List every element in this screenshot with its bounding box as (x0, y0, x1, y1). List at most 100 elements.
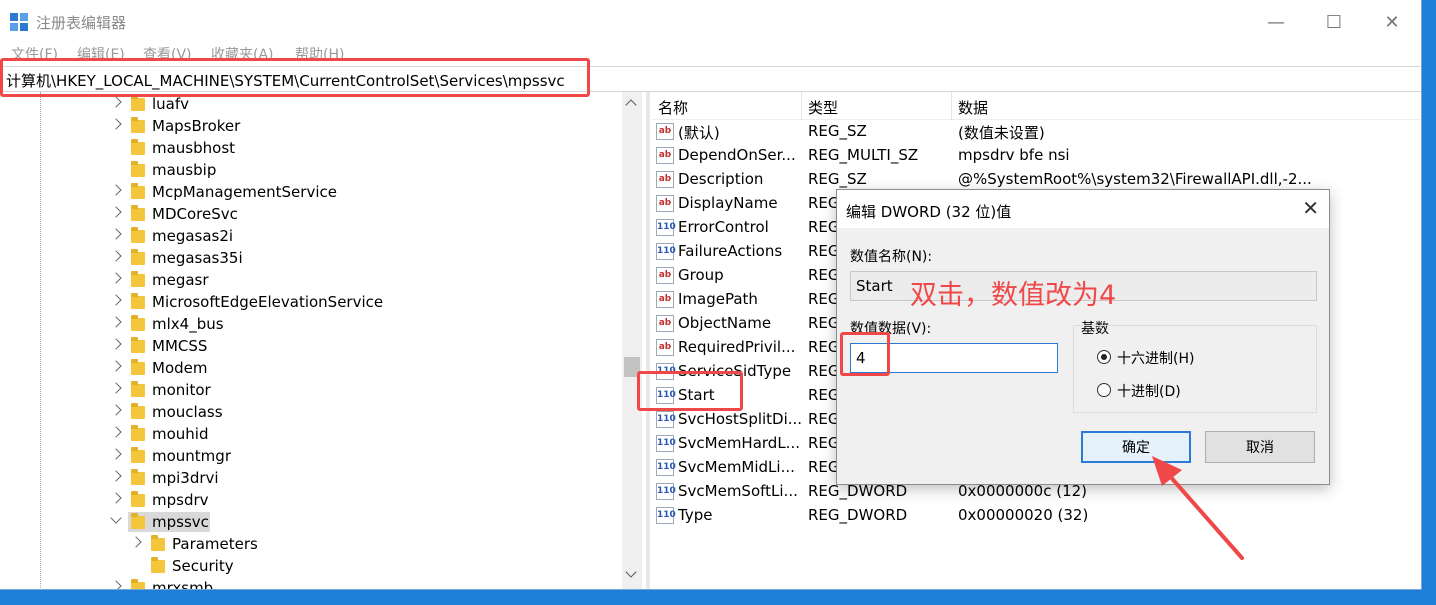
dialog-title: 编辑 DWORD (32 位)值 (846, 203, 1012, 221)
tree-item-label[interactable]: Parameters (172, 535, 258, 553)
value-row[interactable]: 110 Type REG_DWORD 0x00000020 (32) (651, 504, 1421, 528)
chevron-right-icon[interactable] (110, 426, 122, 438)
tree-item-label[interactable]: mausbip (152, 161, 216, 179)
string-value-icon: ab (656, 171, 674, 188)
tree-item[interactable]: MMCSS (0, 336, 600, 358)
close-button[interactable]: ✕ (1362, 0, 1421, 44)
chevron-right-icon[interactable] (110, 492, 122, 504)
tree-item[interactable]: mouclass (0, 402, 600, 424)
tree-item-label[interactable]: MMCSS (152, 337, 207, 355)
tree-item[interactable]: mpi3drvi (0, 468, 600, 490)
value-row[interactable]: ab DependOnSer... REG_MULTI_SZ mpsdrv bfe n… (651, 144, 1421, 168)
chevron-right-icon[interactable] (110, 448, 122, 460)
tree-item-label[interactable]: luafv (152, 95, 189, 113)
tree-item[interactable]: mpssvc (0, 512, 600, 534)
folder-icon (151, 535, 165, 551)
tree-item-label[interactable]: mlx4_bus (152, 315, 224, 333)
dialog-title-bar[interactable]: 编辑 DWORD (32 位)值 ✕ (837, 190, 1329, 228)
string-value-icon: ab (656, 339, 674, 356)
tree-item-label[interactable]: mpsdrv (152, 491, 209, 509)
tree-item[interactable]: MapsBroker (0, 116, 600, 138)
tree-item[interactable]: monitor (0, 380, 600, 402)
chevron-right-icon[interactable] (110, 206, 122, 218)
chevron-right-icon[interactable] (130, 536, 142, 548)
tree-item-label[interactable]: MicrosoftEdgeElevationService (152, 293, 383, 311)
value-row[interactable]: ab (默认) REG_SZ (数值未设置) (651, 120, 1421, 144)
chevron-right-icon[interactable] (110, 470, 122, 482)
tree-item[interactable]: mausbip (0, 160, 600, 182)
chevron-right-icon[interactable] (110, 228, 122, 240)
annotation-arrow-icon (1152, 456, 1244, 560)
maximize-button[interactable]: ☐ (1304, 0, 1364, 44)
value-name: (默认) (678, 124, 720, 142)
decimal-radio[interactable] (1097, 383, 1111, 397)
tree-item[interactable]: mausbhost (0, 138, 600, 160)
chevron-right-icon[interactable] (110, 96, 122, 108)
chevron-right-icon[interactable] (110, 338, 122, 350)
value-type: REG (808, 386, 840, 404)
minimize-button[interactable]: — (1246, 0, 1306, 44)
hex-radio-label[interactable]: 十六进制(H) (1117, 348, 1194, 368)
column-name-header[interactable]: 名称 (658, 97, 688, 118)
folder-icon (131, 117, 145, 133)
tree-item[interactable]: megasas2i (0, 226, 600, 248)
chevron-right-icon[interactable] (110, 404, 122, 416)
chevron-right-icon[interactable] (110, 272, 122, 284)
chevron-down-icon[interactable] (110, 512, 122, 524)
tree-item-label[interactable]: megasr (152, 271, 209, 289)
tree-item[interactable]: MicrosoftEdgeElevationService (0, 292, 600, 314)
tree-item[interactable]: megasr (0, 270, 600, 292)
tree-item-label[interactable]: mpssvc (152, 513, 209, 531)
tree-item[interactable]: Parameters (0, 534, 600, 556)
tree-item[interactable]: Modem (0, 358, 600, 380)
tree-item-label[interactable]: Modem (152, 359, 207, 377)
tree-item-label[interactable]: MDCoreSvc (152, 205, 238, 223)
folder-icon (131, 205, 145, 221)
tree-item[interactable]: mouhid (0, 424, 600, 446)
decimal-radio-label[interactable]: 十进制(D) (1117, 381, 1181, 401)
hex-radio[interactable] (1097, 350, 1111, 364)
column-separator[interactable] (801, 92, 802, 120)
chevron-right-icon[interactable] (110, 382, 122, 394)
column-data-header[interactable]: 数据 (958, 97, 988, 118)
key-tree[interactable]: luafv MapsBroker mausbhost mausbip McpManage… (0, 92, 643, 589)
title-bar[interactable]: 注册表编辑器 — ☐ ✕ (0, 0, 1421, 44)
column-type-header[interactable]: 类型 (808, 97, 838, 118)
chevron-right-icon[interactable] (110, 580, 122, 589)
tree-item[interactable]: mountmgr (0, 446, 600, 468)
tree-item-label[interactable]: mouclass (152, 403, 223, 421)
tree-item[interactable]: luafv (0, 94, 600, 116)
tree-item-label[interactable]: mpi3drvi (152, 469, 219, 487)
tree-item-label[interactable]: megasas35i (152, 249, 243, 267)
tree-item[interactable]: mpsdrv (0, 490, 600, 512)
tree-item[interactable]: MDCoreSvc (0, 204, 600, 226)
tree-item-label[interactable]: mouhid (152, 425, 209, 443)
scroll-down-icon[interactable] (625, 566, 637, 578)
tree-item-label[interactable]: mausbhost (152, 139, 235, 157)
tree-item-label[interactable]: mrxsmb (152, 579, 213, 589)
chevron-right-icon[interactable] (110, 250, 122, 262)
tree-item[interactable]: mrxsmb (0, 578, 600, 589)
tree-scrollbar[interactable] (622, 92, 642, 589)
chevron-right-icon[interactable] (110, 294, 122, 306)
dialog-close-icon[interactable]: ✕ (1302, 196, 1319, 220)
tree-item-label[interactable]: MapsBroker (152, 117, 240, 135)
value-type: REG (808, 266, 840, 284)
pane-splitter[interactable] (646, 92, 650, 589)
tree-item[interactable]: mlx4_bus (0, 314, 600, 336)
tree-item[interactable]: Security (0, 556, 600, 578)
tree-item-label[interactable]: monitor (152, 381, 211, 399)
chevron-right-icon[interactable] (110, 316, 122, 328)
tree-item[interactable]: megasas35i (0, 248, 600, 270)
tree-item[interactable]: McpManagementService (0, 182, 600, 204)
chevron-right-icon[interactable] (110, 184, 122, 196)
tree-item-label[interactable]: megasas2i (152, 227, 233, 245)
tree-item-label[interactable]: McpManagementService (152, 183, 337, 201)
chevron-right-icon[interactable] (110, 118, 122, 130)
tree-item-label[interactable]: Security (172, 557, 234, 575)
scroll-up-icon[interactable] (625, 99, 637, 111)
chevron-right-icon[interactable] (110, 360, 122, 372)
column-separator[interactable] (951, 92, 952, 120)
tree-item-label[interactable]: mountmgr (152, 447, 231, 465)
folder-icon (131, 491, 145, 507)
